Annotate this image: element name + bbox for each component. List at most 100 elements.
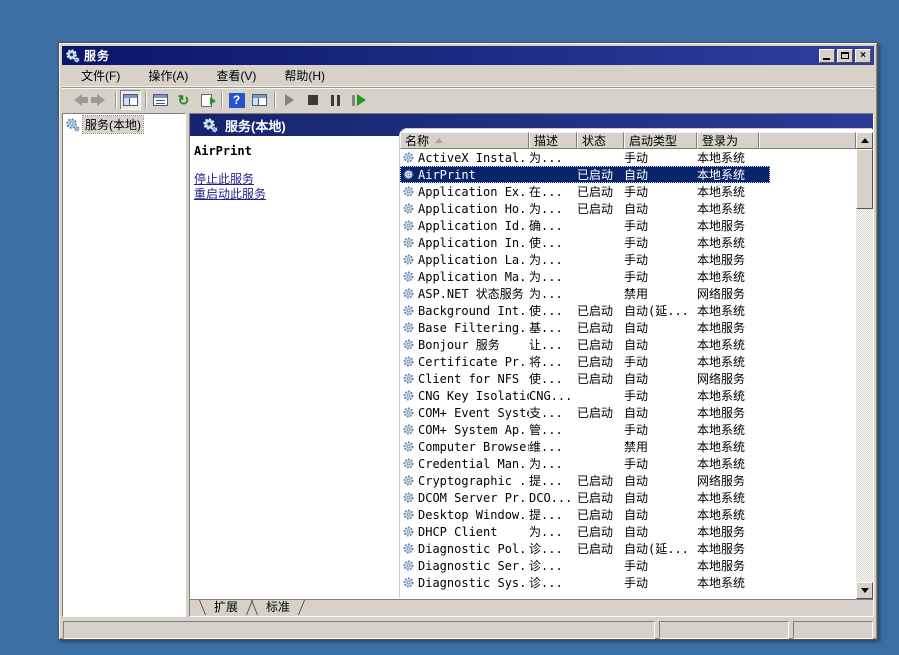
table-row[interactable]: Desktop Window...提...已启动自动本地系统: [400, 506, 856, 523]
help-button[interactable]: ?: [226, 90, 247, 110]
cell-logon-as: 本地系统: [697, 166, 759, 183]
service-gear-icon: [402, 542, 415, 555]
forward-button[interactable]: [90, 90, 111, 110]
table-row[interactable]: Computer Browser维...禁用本地系统: [400, 438, 856, 455]
cell-name: Desktop Window...: [418, 508, 529, 522]
menu-action[interactable]: 操作(A): [139, 65, 197, 86]
table-row[interactable]: Application In...使...手动本地系统: [400, 234, 856, 251]
table-row[interactable]: ActiveX Instal...为...手动本地系统: [400, 149, 856, 166]
column-header-logon-as[interactable]: 登录为: [697, 132, 759, 149]
cell-logon-as: 本地系统: [697, 421, 759, 438]
table-row[interactable]: DHCP Client为...已启动自动本地服务: [400, 523, 856, 540]
sort-ascending-icon: [435, 138, 443, 143]
tab-extended[interactable]: 扩展: [202, 600, 250, 615]
table-row[interactable]: AirPrint已启动自动本地系统: [400, 166, 770, 183]
menu-view[interactable]: 查看(V): [207, 65, 265, 86]
column-header-description[interactable]: 描述: [529, 132, 577, 149]
table-row[interactable]: Diagnostic Sys...诊...手动本地系统: [400, 574, 856, 591]
cell-startup-type: 手动: [624, 234, 697, 251]
pause-service-button[interactable]: [325, 90, 346, 110]
cell-startup-type: 自动: [624, 523, 697, 540]
table-row[interactable]: Application Ho...为...已启动自动本地系统: [400, 200, 856, 217]
tab-standard[interactable]: 标准: [254, 600, 302, 615]
cell-name: Application Ho...: [418, 202, 529, 216]
down-arrow-icon: [861, 588, 869, 593]
scrollbar-thumb[interactable]: [856, 149, 873, 209]
table-row[interactable]: Application La...为...手动本地服务: [400, 251, 856, 268]
table-row[interactable]: Application Ma...为...手动本地系统: [400, 268, 856, 285]
cell-logon-as: 本地系统: [697, 353, 759, 370]
console-tree-pane: 服务(本地): [62, 113, 186, 617]
refresh-button[interactable]: ↻: [173, 90, 194, 110]
cell-description: 为...: [529, 268, 577, 285]
table-row[interactable]: Cryptographic ...提...已启动自动网络服务: [400, 472, 856, 489]
cell-startup-type: 禁用: [624, 285, 697, 302]
export-list-button[interactable]: [196, 90, 217, 110]
pause-icon: [331, 95, 340, 106]
close-button[interactable]: ×: [855, 49, 871, 63]
cell-status: 已启动: [577, 506, 624, 523]
scroll-up-button[interactable]: [856, 132, 873, 149]
minimize-button[interactable]: [819, 49, 835, 63]
cell-description: 为...: [529, 285, 577, 302]
cell-startup-type: 手动: [624, 149, 697, 166]
properties-icon: [153, 94, 168, 106]
table-row[interactable]: Certificate Pr...将...已启动手动本地系统: [400, 353, 856, 370]
back-arrow-icon: [74, 94, 82, 106]
service-gear-icon: [402, 491, 415, 504]
cell-startup-type: 自动: [624, 166, 697, 183]
back-button[interactable]: [67, 90, 88, 110]
cell-name: DCOM Server Pr...: [418, 491, 529, 505]
cell-startup-type: 手动: [624, 455, 697, 472]
cell-logon-as: 本地系统: [697, 387, 759, 404]
scroll-down-button[interactable]: [856, 582, 873, 599]
cell-name: DHCP Client: [418, 525, 529, 539]
properties-button[interactable]: [150, 90, 171, 110]
show-action-pane-button[interactable]: [249, 90, 270, 110]
cell-status: 已启动: [577, 319, 624, 336]
maximize-button[interactable]: [837, 49, 853, 63]
stop-service-link[interactable]: 停止此服务: [194, 172, 400, 187]
table-row[interactable]: Background Int...使...已启动自动(延...本地系统: [400, 302, 856, 319]
stop-service-button[interactable]: [302, 90, 323, 110]
start-service-button[interactable]: [279, 90, 300, 110]
restart-service-link[interactable]: 重启动此服务: [194, 187, 400, 202]
table-row[interactable]: ASP.NET 状态服务为...禁用网络服务: [400, 285, 856, 302]
table-row[interactable]: Diagnostic Pol...诊...已启动自动(延...本地服务: [400, 540, 856, 557]
title-bar[interactable]: 服务 ×: [62, 46, 874, 65]
table-row[interactable]: Credential Man...为...手动本地系统: [400, 455, 856, 472]
service-gear-icon: [402, 389, 415, 402]
table-row[interactable]: CNG Key IsolationCNG...手动本地系统: [400, 387, 856, 404]
service-gear-icon: [402, 406, 415, 419]
menu-file[interactable]: 文件(F): [72, 65, 129, 86]
table-row[interactable]: Application Ex...在...已启动手动本地系统: [400, 183, 856, 200]
service-gear-icon: [402, 423, 415, 436]
service-rows: ActiveX Instal...为...手动本地系统AirPrint已启动自动…: [400, 149, 856, 599]
column-header-status[interactable]: 状态: [577, 132, 624, 149]
cell-logon-as: 本地服务: [697, 540, 759, 557]
action-pane-icon: [252, 94, 267, 106]
table-row[interactable]: Diagnostic Ser...诊...手动本地服务: [400, 557, 856, 574]
table-row[interactable]: COM+ System Ap...管...手动本地系统: [400, 421, 856, 438]
table-row[interactable]: COM+ Event System支...已启动自动本地服务: [400, 404, 856, 421]
cell-status: 已启动: [577, 200, 624, 217]
table-row[interactable]: Base Filtering...基...已启动自动本地服务: [400, 319, 856, 336]
cell-logon-as: 本地服务: [697, 557, 759, 574]
table-row[interactable]: Client for NFS使...已启动自动网络服务: [400, 370, 856, 387]
restart-service-button[interactable]: [348, 90, 369, 110]
show-console-tree-button[interactable]: [120, 90, 141, 110]
service-gear-icon: [402, 185, 415, 198]
column-header-startup-type[interactable]: 启动类型: [624, 132, 697, 149]
cell-description: 将...: [529, 353, 577, 370]
table-row[interactable]: Bonjour 服务让...已启动自动本地系统: [400, 336, 856, 353]
cell-name: Background Int...: [418, 304, 529, 318]
tree-item-services-local[interactable]: 服务(本地): [63, 114, 185, 135]
column-header-name[interactable]: 名称: [400, 132, 529, 149]
services-gear-icon: [65, 48, 80, 63]
scrollbar-track[interactable]: [856, 209, 873, 582]
vertical-scrollbar[interactable]: [856, 132, 873, 599]
menu-help[interactable]: 帮助(H): [275, 65, 334, 86]
cell-name: Diagnostic Ser...: [418, 559, 529, 573]
table-row[interactable]: Application Id...确...手动本地服务: [400, 217, 856, 234]
table-row[interactable]: DCOM Server Pr...DCO...已启动自动本地系统: [400, 489, 856, 506]
